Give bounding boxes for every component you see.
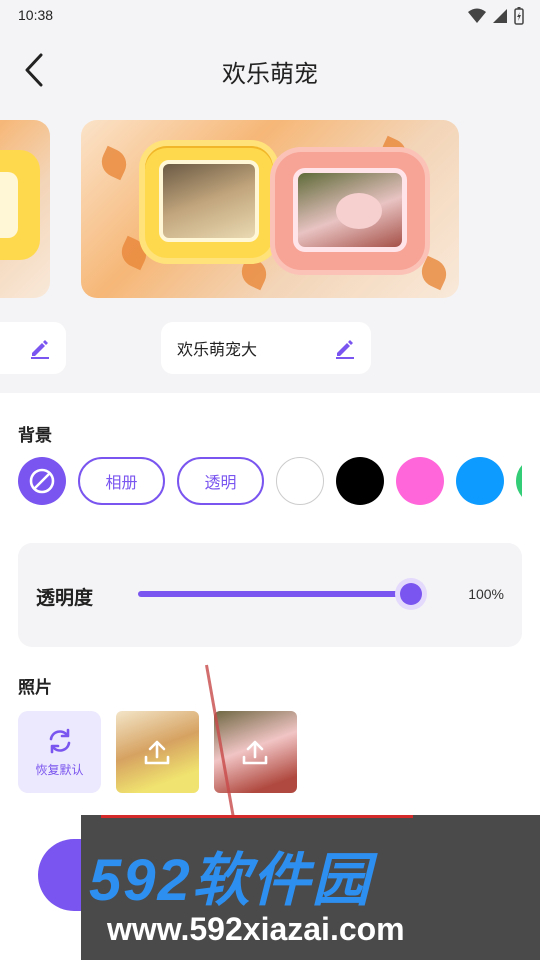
- template-card-selected[interactable]: [81, 120, 459, 298]
- watermark: 592软件园 www.592xiazai.com: [81, 815, 540, 960]
- upload-icon: [242, 740, 268, 765]
- background-label: 背景: [18, 426, 52, 446]
- template-name: 欢乐萌宠大: [177, 340, 258, 359]
- status-time: 10:38: [18, 7, 54, 23]
- battery-icon: [514, 7, 524, 25]
- opacity-card: 透明度 100%: [18, 543, 522, 647]
- background-transparent-button[interactable]: 透明: [177, 457, 264, 505]
- page-title: 欢乐萌宠: [222, 60, 318, 88]
- opacity-value: 100%: [468, 586, 504, 602]
- swatch-pink[interactable]: [396, 457, 444, 505]
- refresh-icon: [49, 728, 71, 754]
- swatch-black[interactable]: [336, 457, 384, 505]
- reset-default-button[interactable]: 恢复默认: [18, 711, 101, 793]
- opacity-slider-track[interactable]: [138, 591, 410, 597]
- photos-label: 照片: [18, 678, 52, 698]
- template-carousel[interactable]: 欢乐萌宠大: [0, 108, 540, 393]
- status-icons: [468, 7, 524, 25]
- watermark-divider: [101, 815, 413, 818]
- background-options: 相册 透明: [18, 457, 522, 507]
- signal-icon: [493, 9, 507, 23]
- swatch-white[interactable]: [276, 457, 324, 505]
- dogs-photo: [159, 160, 259, 242]
- photo-thumb-dogs[interactable]: [116, 711, 199, 793]
- no-background-icon: [29, 468, 55, 494]
- template-name-chip[interactable]: 欢乐萌宠大: [161, 322, 371, 374]
- upload-icon: [144, 740, 170, 765]
- swatch-blue[interactable]: [456, 457, 504, 505]
- pink-photo-frame: [275, 152, 425, 270]
- reset-default-label: 恢复默认: [35, 763, 84, 777]
- photo-row: 恢复默认: [18, 711, 522, 795]
- nav-bar: 欢乐萌宠: [0, 32, 540, 108]
- swatch-green[interactable]: [516, 457, 522, 505]
- watermark-brand: 592软件园: [89, 848, 372, 913]
- background-album-button[interactable]: 相册: [78, 457, 165, 505]
- yellow-photo-frame: [145, 146, 273, 258]
- watermark-url: www.592xiazai.com: [107, 911, 405, 947]
- template-name-chip-previous[interactable]: [0, 322, 66, 374]
- wifi-icon: [468, 8, 486, 23]
- pig-photo: [293, 168, 407, 252]
- background-none-button[interactable]: [18, 457, 66, 505]
- status-bar: 10:38: [0, 0, 540, 32]
- opacity-label: 透明度: [36, 587, 94, 609]
- edit-icon[interactable]: [28, 336, 52, 360]
- template-card-previous[interactable]: [0, 120, 50, 298]
- edit-icon[interactable]: [333, 336, 357, 360]
- opacity-slider-thumb[interactable]: [400, 583, 422, 605]
